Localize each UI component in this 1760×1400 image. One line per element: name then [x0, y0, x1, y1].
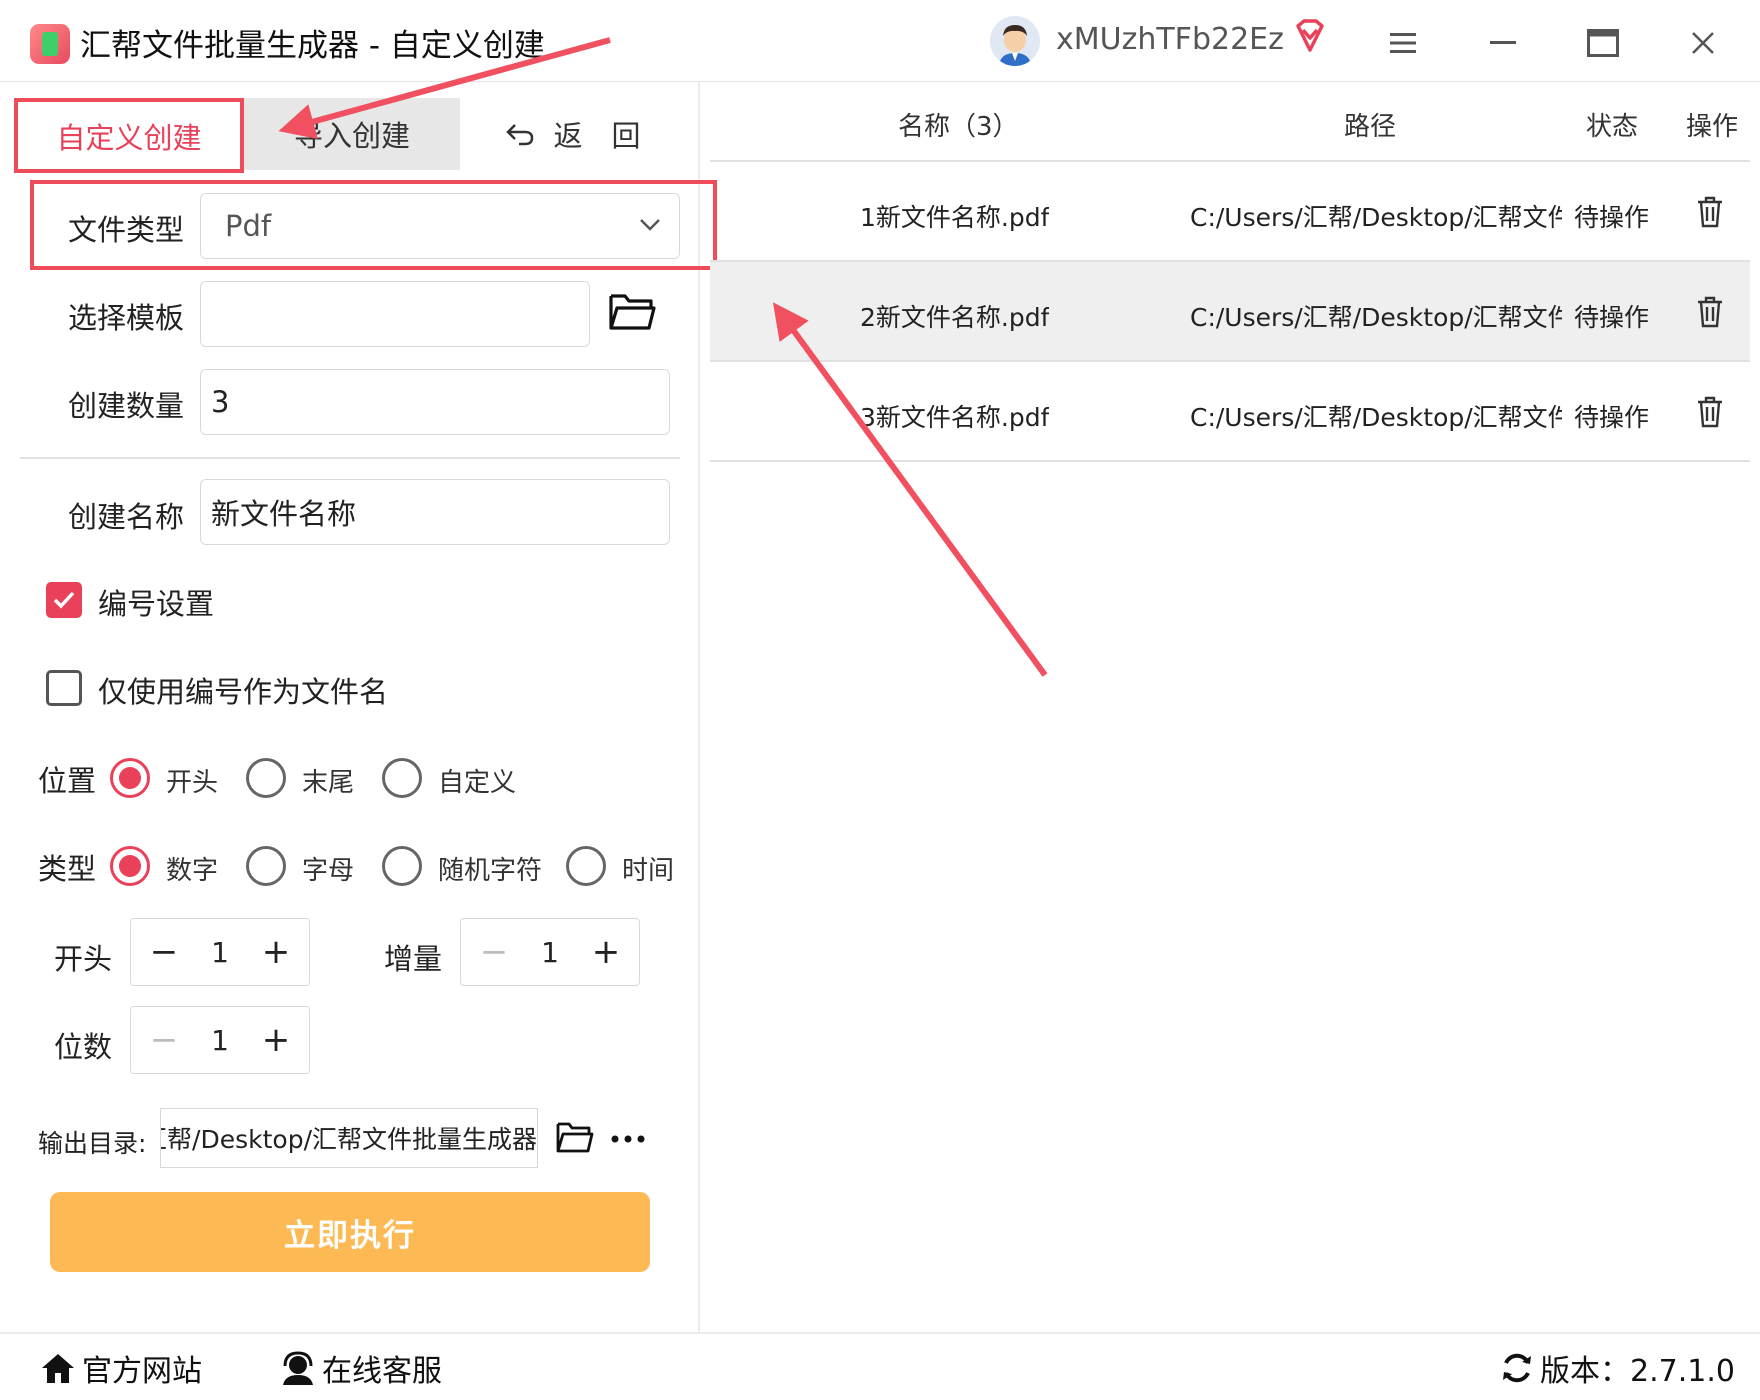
maximize-icon[interactable]: [1578, 18, 1628, 68]
type-radio-letter[interactable]: [246, 846, 286, 886]
version-info[interactable]: 版本：2.7.1.0: [1500, 1346, 1735, 1390]
output-dir-input[interactable]: C:/Users/汇帮/Desktop/汇帮文件批量生成器: [160, 1108, 538, 1168]
trash-icon[interactable]: [1696, 196, 1724, 228]
digits-label: 位数: [54, 1030, 113, 1064]
start-decrement-button[interactable]: −: [149, 932, 179, 972]
increment-value: 1: [541, 935, 559, 969]
row-path: C:/Users/汇帮/Desktop/汇帮文件: [1190, 403, 1562, 432]
window-title: 汇帮文件批量生成器 - 自定义创建: [80, 28, 545, 64]
row-path: C:/Users/汇帮/Desktop/汇帮文件: [1190, 303, 1562, 332]
minimize-icon[interactable]: [1478, 18, 1528, 68]
position-radio-custom[interactable]: [382, 758, 422, 798]
count-input[interactable]: 3: [200, 369, 670, 435]
table-row[interactable]: 3新文件名称.pdf C:/Users/汇帮/Desktop/汇帮文件 待操作: [710, 362, 1750, 462]
official-website-link[interactable]: 官方网站: [40, 1346, 202, 1390]
close-icon[interactable]: [1678, 18, 1728, 68]
tab-custom-create[interactable]: 自定义创建: [14, 98, 244, 173]
position-label: 位置: [38, 764, 97, 798]
output-label: 输出目录:: [38, 1129, 147, 1158]
footer-bar: [0, 1332, 1760, 1400]
column-header-action[interactable]: 操作: [1686, 106, 1738, 143]
version-label: 版本：2.7.1.0: [1540, 1354, 1735, 1389]
type-label: 类型: [38, 852, 97, 886]
online-support-link[interactable]: 在线客服: [280, 1346, 442, 1390]
start-label: 开头: [54, 942, 113, 976]
type-option-number: 数字: [166, 856, 219, 886]
tab-import-create[interactable]: 导入创建: [244, 98, 460, 170]
position-radio-end[interactable]: [246, 758, 286, 798]
column-header-status[interactable]: 状态: [1586, 106, 1638, 143]
app-logo-icon: [30, 24, 70, 64]
digits-value: 1: [211, 1023, 229, 1057]
digits-decrement-button[interactable]: −: [149, 1020, 179, 1060]
type-radio-time[interactable]: [566, 846, 606, 886]
back-arrow-icon: [506, 124, 534, 146]
run-now-button[interactable]: 立即执行: [50, 1192, 650, 1272]
position-radio-start[interactable]: [110, 758, 150, 798]
digits-increment-button[interactable]: +: [261, 1020, 291, 1060]
name-input[interactable]: 新文件名称: [200, 479, 670, 545]
number-only-label: 仅使用编号作为文件名: [98, 675, 389, 709]
numbering-checkbox[interactable]: [46, 582, 82, 618]
type-radio-random[interactable]: [382, 846, 422, 886]
user-avatar[interactable]: [990, 16, 1040, 66]
type-radio-number[interactable]: [110, 846, 150, 886]
type-option-random: 随机字符: [438, 856, 543, 886]
trash-icon[interactable]: [1696, 396, 1724, 428]
position-option-custom: 自定义: [438, 768, 517, 798]
column-header-name[interactable]: 名称（3）: [898, 106, 1019, 143]
trash-icon[interactable]: [1696, 296, 1724, 328]
column-header-path[interactable]: 路径: [1344, 106, 1396, 143]
start-value: 1: [211, 935, 229, 969]
official-website-label: 官方网站: [82, 1354, 202, 1389]
output-dir-value: C:/Users/汇帮/Desktop/汇帮文件批量生成器: [161, 1125, 537, 1154]
template-input[interactable]: [200, 281, 590, 347]
row-status: 待操作: [1574, 403, 1650, 432]
row-status: 待操作: [1574, 303, 1650, 332]
home-icon: [42, 1354, 74, 1383]
online-support-label: 在线客服: [322, 1354, 442, 1389]
row-status: 待操作: [1574, 203, 1650, 232]
number-only-checkbox[interactable]: [46, 670, 82, 706]
start-increment-button[interactable]: +: [261, 932, 291, 972]
back-button-label: 返 回: [553, 119, 641, 153]
increment-increment-button[interactable]: +: [591, 932, 621, 972]
position-option-end: 末尾: [302, 768, 355, 798]
count-label: 创建数量: [68, 389, 185, 423]
digits-stepper[interactable]: − 1 +: [130, 1006, 310, 1074]
app-window: 汇帮文件批量生成器 - 自定义创建 xMUzhTFb22Ez 导入创建 自定义创…: [0, 0, 1760, 1400]
back-button[interactable]: 返 回: [468, 98, 678, 170]
row-name: 2新文件名称.pdf: [860, 303, 1050, 332]
folder-open-icon[interactable]: [608, 290, 656, 332]
more-options-icon[interactable]: [610, 1130, 646, 1143]
increment-stepper[interactable]: − 1 +: [460, 918, 640, 986]
headset-icon: [283, 1351, 313, 1385]
username-label[interactable]: xMUzhTFb22Ez: [1056, 22, 1284, 57]
checkmark-icon: [53, 591, 75, 609]
refresh-icon: [1503, 1353, 1531, 1383]
menu-icon[interactable]: [1378, 18, 1428, 68]
position-option-start: 开头: [166, 768, 219, 798]
type-option-letter: 字母: [302, 856, 355, 886]
template-label: 选择模板: [68, 301, 185, 335]
increment-label: 增量: [384, 942, 443, 976]
table-row[interactable]: 2新文件名称.pdf C:/Users/汇帮/Desktop/汇帮文件 待操作: [710, 262, 1750, 362]
name-label: 创建名称: [68, 500, 185, 534]
section-divider: [20, 457, 680, 459]
vip-diamond-icon[interactable]: [1292, 18, 1328, 54]
row-name: 3新文件名称.pdf: [860, 403, 1050, 432]
numbering-label: 编号设置: [98, 587, 215, 621]
row-name: 1新文件名称.pdf: [860, 203, 1050, 232]
type-option-time: 时间: [622, 856, 675, 886]
start-stepper[interactable]: − 1 +: [130, 918, 310, 986]
table-row[interactable]: 1新文件名称.pdf C:/Users/汇帮/Desktop/汇帮文件 待操作: [710, 162, 1750, 262]
output-folder-icon[interactable]: [556, 1120, 594, 1154]
file-type-highlight-box: [30, 180, 717, 270]
row-path: C:/Users/汇帮/Desktop/汇帮文件: [1190, 203, 1562, 232]
increment-decrement-button[interactable]: −: [479, 932, 509, 972]
